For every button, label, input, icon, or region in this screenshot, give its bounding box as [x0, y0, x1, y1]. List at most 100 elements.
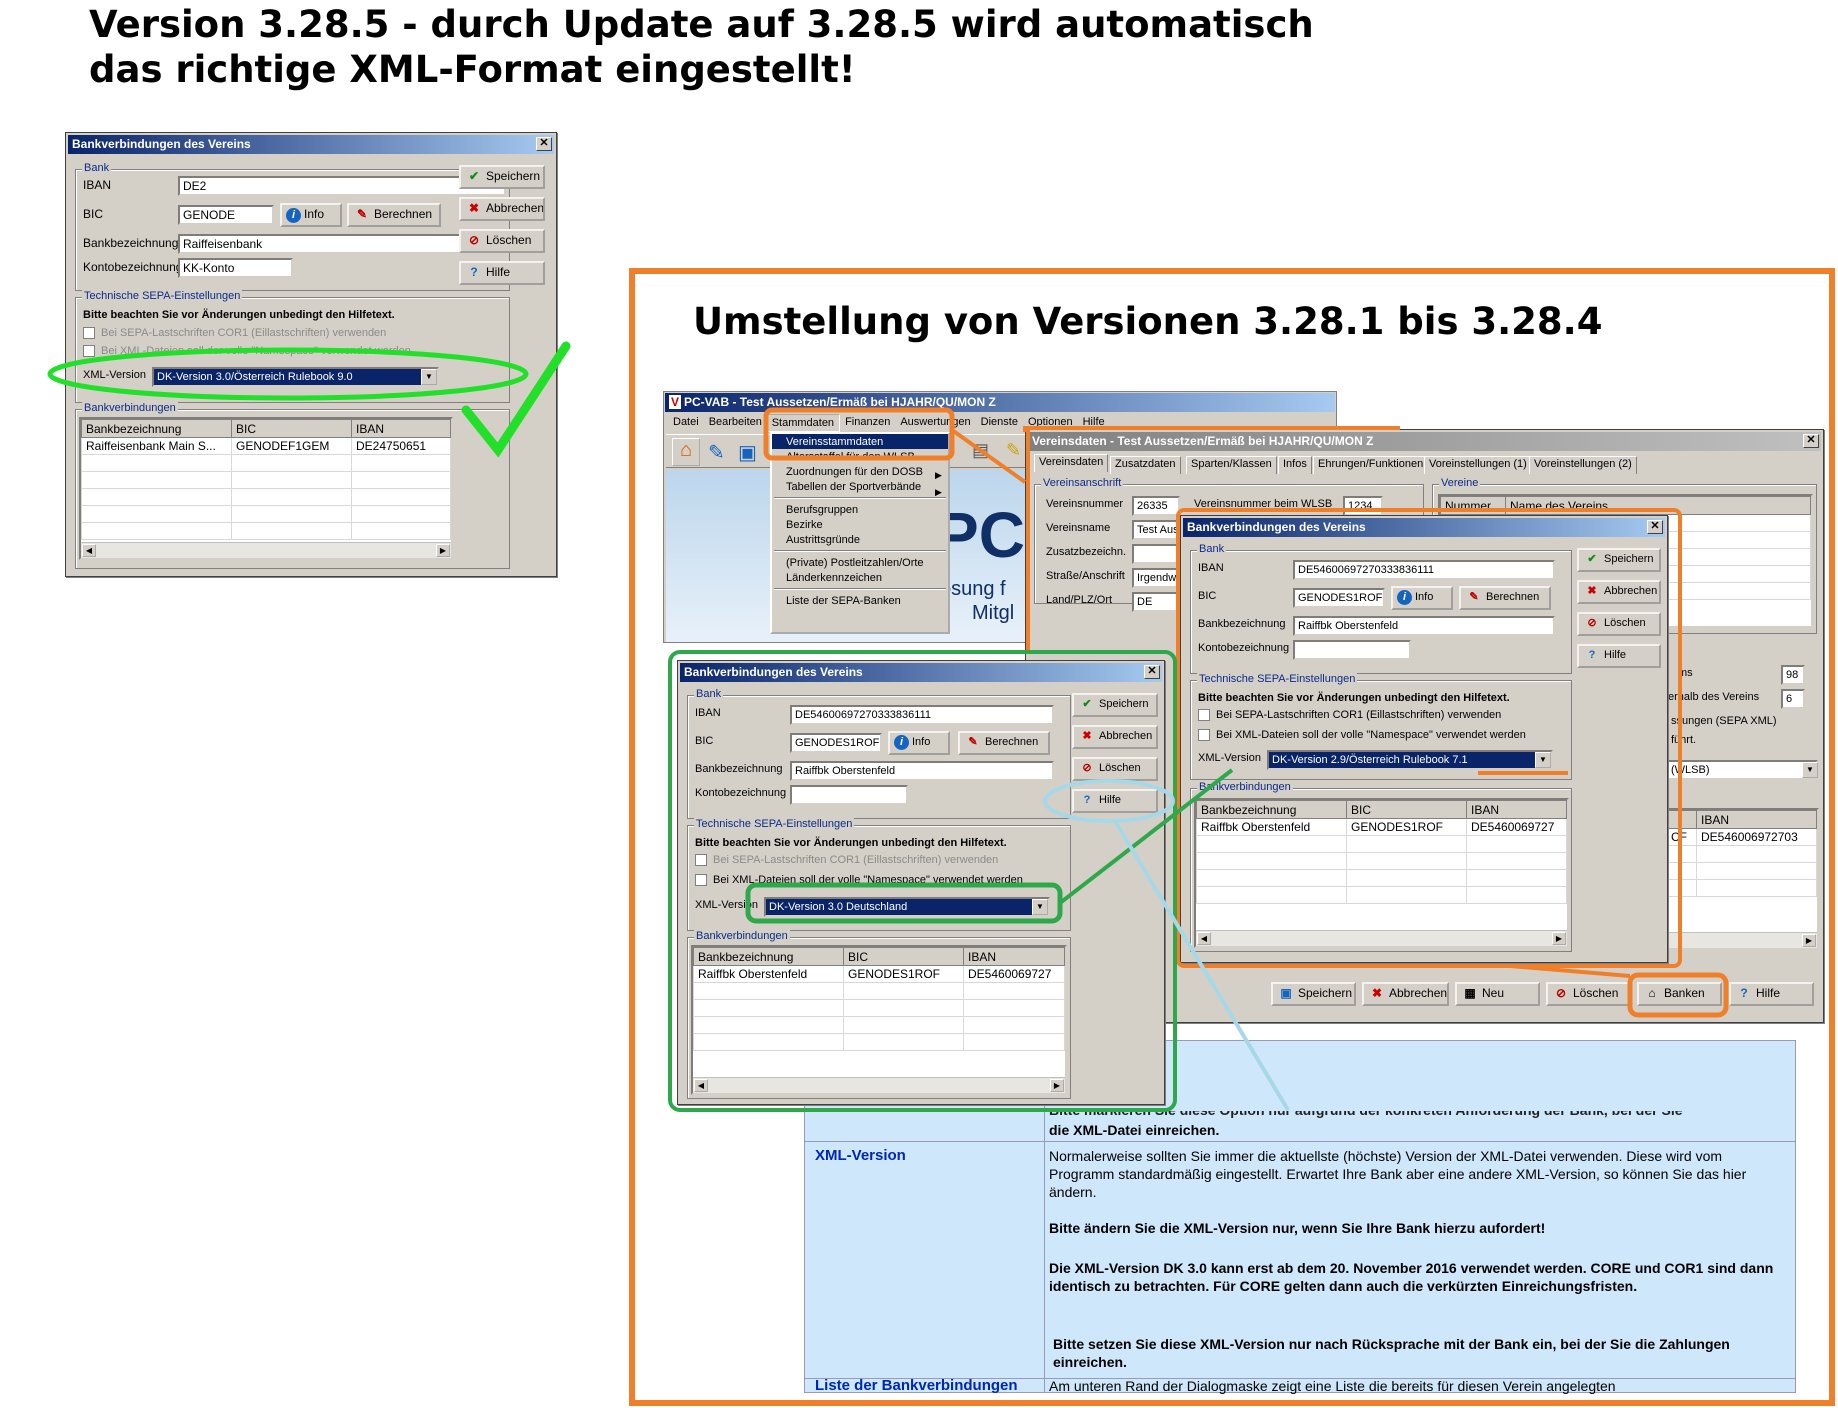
bank-list[interactable]: Bankbezeichnung BIC IBAN Raiffbk Oberstenf… [1194, 798, 1569, 948]
bic-field[interactable]: GENODES1ROF [1293, 588, 1385, 608]
namespace-checkbox[interactable]: Bei XML-Dateien soll der volle "Namespac… [695, 874, 1023, 887]
konto-field[interactable] [790, 785, 908, 805]
vereinsnummer-field[interactable]: 26335 [1132, 496, 1180, 516]
col-bic[interactable]: BIC [843, 947, 964, 966]
menu-item-bezirke[interactable]: Bezirke [772, 517, 948, 532]
menu-auswertungen[interactable]: Auswertungen [895, 414, 975, 432]
menu-item-postleitzahlen[interactable]: (Private) Postleitzahlen/Orte [772, 555, 948, 570]
wlsb-field[interactable]: 1234 [1343, 496, 1383, 516]
menu-item-austrittsgruende[interactable]: Austrittsgründe [772, 532, 948, 547]
menu-item-laenderkennzeichen[interactable]: Länderkennzeichen [772, 570, 948, 585]
tab-vereinsdaten[interactable]: Vereinsdaten [1034, 454, 1109, 472]
vd-abbrechen-button[interactable]: ✖ Abbrechen [1362, 982, 1449, 1006]
menu-bearbeiten[interactable]: Bearbeiten [704, 414, 766, 432]
konto-field[interactable] [1293, 640, 1411, 660]
scroll-left-icon[interactable]: ◀ [694, 1079, 708, 1092]
horizontal-scrollbar[interactable]: ◀ ▶ [1196, 930, 1567, 946]
menu-item-sepa-banken[interactable]: Liste der SEPA-Banken [772, 593, 948, 608]
menu-finanzen[interactable]: Finanzen [840, 414, 895, 432]
scroll-right-icon[interactable]: ▶ [1552, 932, 1566, 945]
vd-speichern-button[interactable]: ▣ Speichern [1271, 982, 1356, 1006]
berechnen-button[interactable]: ✎ Berechnen [958, 731, 1050, 755]
land-field[interactable]: DE [1132, 592, 1180, 612]
col-bankbezeichnung[interactable]: Bankbezeichnung [1196, 800, 1347, 819]
wlsb-select[interactable]: (WLSB) [1666, 760, 1818, 780]
menu-item-altersstaffel[interactable]: Altersstaffel für den WLSB [772, 449, 948, 464]
bankbez-field[interactable]: Raiffbk Oberstenfeld [1293, 616, 1555, 636]
hilfe-button[interactable]: ? Hilfe [1072, 789, 1158, 813]
col-iban[interactable]: IBAN [963, 947, 1065, 966]
chevron-down-icon[interactable]: ▼ [1535, 752, 1551, 768]
menu-dienste[interactable]: Dienste [976, 414, 1023, 432]
bankbez-field[interactable]: Raiffbk Oberstenfeld [790, 761, 1054, 781]
namespace-checkbox[interactable]: Bei XML-Dateien soll der volle "Namespac… [1198, 729, 1526, 742]
horizontal-scrollbar[interactable]: ▶ [1666, 932, 1817, 948]
vd-banken-button[interactable]: ⌂ Banken [1637, 982, 1722, 1006]
tab-infos[interactable]: Infos [1278, 456, 1312, 474]
field-98[interactable]: 98 [1781, 665, 1805, 685]
abbrechen-button[interactable]: ✖ Abbrechen [1577, 580, 1661, 604]
col-bic[interactable]: BIC [1346, 800, 1467, 819]
iban-field[interactable]: DE54600697270333836111 [1293, 560, 1555, 580]
cor1-checkbox[interactable]: Bei SEPA-Lastschriften COR1 (Eillastschr… [695, 854, 998, 867]
pen-icon[interactable]: ✎ [708, 440, 725, 465]
menu-item-zuordnungen[interactable]: Zuordnungen für den DOSB [772, 464, 948, 479]
info-button[interactable]: i Info [888, 731, 950, 755]
menu-item-berufsgruppen[interactable]: Berufsgruppen [772, 502, 948, 517]
vd-loeschen-button[interactable]: ⊘ Löschen [1546, 982, 1631, 1006]
close-button[interactable]: ✕ [1647, 520, 1663, 534]
help-key-liste[interactable]: Liste der Bankverbindungen [815, 1378, 1018, 1394]
table-row[interactable]: Raiffbk Oberstenfeld GENODES1ROF DE5460069… [1196, 818, 1567, 836]
col-nummer[interactable]: Nummer [1440, 496, 1506, 515]
close-button[interactable]: ✕ [1144, 665, 1160, 679]
loeschen-button[interactable]: ⊘ Löschen [1577, 612, 1661, 636]
print-icon[interactable]: ▤ [972, 440, 989, 461]
tab-voreinstellungen-2[interactable]: Voreinstellungen (2) [1529, 456, 1637, 474]
close-button[interactable]: ✕ [1803, 434, 1819, 448]
vd-bank-list[interactable]: IBAN CF DE546006972703 ▶ [1664, 808, 1819, 950]
home-icon[interactable]: ⌂ [672, 438, 700, 466]
scroll-right-icon[interactable]: ▶ [1802, 934, 1816, 947]
edit-icon[interactable]: ✎ [1006, 440, 1021, 461]
col-bankbezeichnung[interactable]: Bankbezeichnung [693, 947, 844, 966]
scroll-right-icon[interactable]: ▶ [1050, 1079, 1064, 1092]
menu-datei[interactable]: Datei [668, 414, 704, 432]
bank-list[interactable]: Bankbezeichnung BIC IBAN Raiffbk Oberstenf… [691, 945, 1067, 1095]
tab-sparten[interactable]: Sparten/Klassen [1186, 456, 1277, 474]
vereinsname-field[interactable]: Test Aus [1132, 520, 1180, 540]
chevron-down-icon[interactable]: ▼ [1802, 762, 1818, 778]
help-key-xml-version[interactable]: XML-Version [815, 1147, 906, 1164]
horizontal-scrollbar[interactable]: ◀ ▶ [693, 1077, 1065, 1093]
vd-hilfe-button[interactable]: ? Hilfe [1729, 982, 1814, 1006]
xml-version-select[interactable]: DK-Version 3.0 Deutschland ▼ [764, 897, 1050, 917]
scroll-left-icon[interactable]: ◀ [1197, 932, 1211, 945]
info-button[interactable]: i Info [1391, 586, 1453, 610]
col-iban[interactable]: IBAN [1466, 800, 1567, 819]
table-row[interactable]: CF DE546006972703 [1666, 828, 1817, 846]
speichern-button[interactable]: ✔ Speichern [1577, 548, 1661, 572]
field-6[interactable]: 6 [1781, 689, 1805, 709]
iban-field[interactable]: DE54600697270333836111 [790, 705, 1054, 725]
menu-stammdaten[interactable]: Stammdaten [765, 414, 841, 432]
strasse-field[interactable]: Irgendw [1132, 568, 1180, 588]
col-blank[interactable] [1666, 810, 1697, 829]
abbrechen-button[interactable]: ✖ Abbrechen [1072, 725, 1158, 749]
speichern-button[interactable]: ✔ Speichern [1072, 693, 1158, 717]
menu-item-vereinsstammdaten[interactable]: Vereinsstammdaten [772, 434, 948, 449]
loeschen-button[interactable]: ⊘ Löschen [1072, 757, 1158, 781]
vd-neu-button[interactable]: ▦ Neu [1455, 982, 1540, 1006]
zusatz-field[interactable] [1132, 544, 1180, 564]
tab-voreinstellungen-1[interactable]: Voreinstellungen (1) [1424, 456, 1532, 474]
menu-item-tabellen[interactable]: Tabellen der Sportverbände [772, 479, 948, 494]
save-icon[interactable]: ▣ [738, 440, 757, 465]
tab-ehrungen[interactable]: Ehrungen/Funktionen [1313, 456, 1429, 474]
tab-zusatzdaten[interactable]: Zusatzdaten [1110, 456, 1181, 474]
col-iban[interactable]: IBAN [1696, 810, 1817, 829]
chevron-down-icon[interactable]: ▼ [1032, 899, 1048, 915]
table-row[interactable]: Raiffbk Oberstenfeld GENODES1ROF DE5460069… [693, 965, 1065, 983]
col-name[interactable]: Name des Vereins [1505, 496, 1811, 515]
hilfe-button[interactable]: ? Hilfe [1577, 644, 1661, 668]
xml-version-select[interactable]: DK-Version 2.9/Österreich Rulebook 7.1 ▼ [1267, 750, 1553, 770]
cor1-checkbox[interactable]: Bei SEPA-Lastschriften COR1 (Eillastschr… [1198, 709, 1501, 722]
bic-field[interactable]: GENODES1ROF [790, 733, 882, 753]
